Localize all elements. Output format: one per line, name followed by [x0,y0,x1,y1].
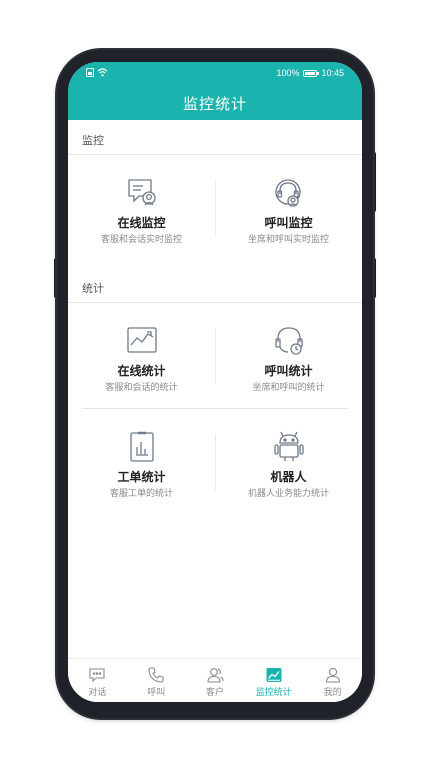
chat-bubble-icon [89,667,105,682]
tab-label: 监控统计 [255,687,292,698]
card-online-monitor[interactable]: 在线监控 客服和会话实时监控 [68,176,215,266]
ticket-bar-icon [125,430,159,464]
section-label-monitor: 监控 [82,134,104,147]
section-divider [68,302,362,303]
battery-percent: 100% [276,68,300,78]
card-robot[interactable]: 机器人 机器人业务能力统计 [215,430,362,520]
chart-icon [266,667,282,682]
sim-icon [86,68,94,77]
card-subtitle: 坐席和呼叫实时监控 [247,235,329,245]
tab-label: 我的 [323,687,342,698]
tab-monitor-stats[interactable]: 监控统计 [244,659,303,702]
headset-clock-icon [272,324,306,358]
tab-mine[interactable]: 我的 [303,659,362,702]
tab-label: 客户 [205,687,224,698]
page-title: 监控统计 [182,95,247,113]
chat-monitor-icon [125,176,159,210]
status-left [86,68,108,77]
card-title: 呼叫监控 [264,216,313,230]
tab-chat[interactable]: 对话 [68,659,127,702]
users-icon [207,667,224,683]
section-label-stats: 统计 [82,282,104,295]
status-time: 10:45 [321,68,344,78]
tab-call[interactable]: 呼叫 [127,659,186,702]
card-subtitle: 客服和会话实时监控 [100,235,182,245]
card-title: 在线监控 [117,216,166,230]
app-header: 100% 10:45 监控统计 [68,62,362,120]
card-subtitle: 客服工单的统计 [109,489,173,499]
app-screen: 100% 10:45 监控统计 监控 在线监控 客服和会话实时监控 呼叫监控 坐… [68,62,362,702]
card-subtitle: 坐席和呼叫的统计 [252,383,325,393]
tab-label: 呼叫 [147,687,166,698]
card-call-monitor[interactable]: 呼叫监控 坐席和呼叫实时监控 [215,176,362,266]
card-ticket-stats[interactable]: 工单统计 客服工单的统计 [68,430,215,520]
line-chart-icon [125,324,159,358]
headset-monitor-icon [272,176,306,210]
tab-label: 对话 [88,687,107,698]
status-bar: 100% 10:45 [68,62,362,86]
card-call-stats[interactable]: 呼叫统计 坐席和呼叫的统计 [215,324,362,414]
card-title: 机器人 [270,470,307,484]
tab-customer[interactable]: 客户 [186,659,245,702]
card-subtitle: 机器人业务能力统计 [247,489,329,499]
card-title: 在线统计 [117,364,166,378]
section-divider [68,154,362,155]
robot-icon [272,430,306,464]
bottom-tab-bar: 对话 呼叫 客户 监控统计 我的 [68,658,362,702]
card-online-stats[interactable]: 在线统计 客服和会话的统计 [68,324,215,414]
card-title: 工单统计 [117,470,166,484]
person-icon [325,667,340,683]
card-subtitle: 客服和会话的统计 [105,383,178,393]
row-divider [82,408,348,409]
card-title: 呼叫统计 [264,364,313,378]
battery-icon [303,69,320,77]
wifi-icon [97,68,108,77]
phone-icon [148,666,164,683]
status-right: 100% 10:45 [276,68,344,78]
